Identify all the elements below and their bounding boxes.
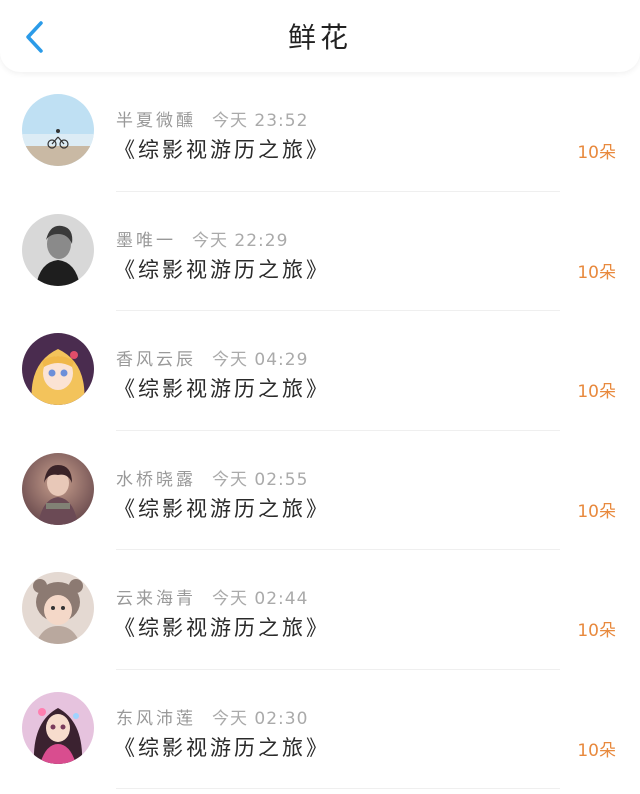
avatar xyxy=(22,213,94,286)
user-name: 云来海青 xyxy=(116,589,196,609)
timestamp: 今天 02:30 xyxy=(212,708,309,729)
book-title: 《综影视游历之旅》 xyxy=(114,496,330,521)
user-name: 水桥晓露 xyxy=(116,469,196,490)
flower-count: 10朵 xyxy=(577,621,616,641)
timestamp: 今天 04:29 xyxy=(212,350,309,370)
avatar xyxy=(22,572,94,644)
timestamp: 今天 02:44 xyxy=(212,589,309,609)
list-item[interactable]: 东风沛莲 今天 02:30 《综影视游历之旅》 10朵 xyxy=(0,670,640,789)
book-title: 《综影视游历之旅》 xyxy=(114,377,330,401)
divider xyxy=(116,788,560,789)
flower-count: 10朵 xyxy=(577,501,616,522)
book-title: 《综影视游历之旅》 xyxy=(114,138,330,162)
user-name: 半夏微醺 xyxy=(116,111,196,131)
back-button[interactable] xyxy=(20,20,50,54)
user-name: 香风云辰 xyxy=(116,350,196,370)
avatar xyxy=(22,333,94,405)
list-item[interactable]: 水桥晓露 今天 02:55 《综影视游历之旅》 10朵 xyxy=(0,431,640,550)
timestamp: 今天 23:52 xyxy=(212,111,309,131)
timestamp: 今天 02:55 xyxy=(212,469,309,490)
flower-count: 10朵 xyxy=(577,143,616,163)
avatar xyxy=(22,452,94,525)
list-item[interactable]: 香风云辰 今天 04:29 《综影视游历之旅》 10朵 xyxy=(0,311,640,431)
page-title: 鲜花 xyxy=(287,21,352,54)
flower-count: 10朵 xyxy=(577,382,616,402)
timestamp: 今天 22:29 xyxy=(192,230,289,251)
book-title: 《综影视游历之旅》 xyxy=(114,735,330,760)
list-item[interactable]: 墨唯一 今天 22:29 《综影视游历之旅》 10朵 xyxy=(0,192,640,311)
top-bar: 鲜花 xyxy=(0,0,640,72)
flower-record-list: 半夏微醺 今天 23:52 《综影视游历之旅》 10朵 墨唯一 今天 22:29 《… xyxy=(0,72,640,789)
book-title: 《综影视游历之旅》 xyxy=(114,616,330,640)
avatar xyxy=(22,691,94,764)
flower-count: 10朵 xyxy=(577,262,616,283)
chevron-left-icon xyxy=(26,21,43,53)
flower-count: 10朵 xyxy=(577,740,616,761)
list-item[interactable]: 半夏微醺 今天 23:52 《综影视游历之旅》 10朵 xyxy=(0,72,640,192)
user-name: 墨唯一 xyxy=(116,230,176,251)
user-name: 东风沛莲 xyxy=(116,708,196,729)
book-title: 《综影视游历之旅》 xyxy=(114,257,330,282)
avatar xyxy=(22,94,94,166)
list-item[interactable]: 云来海青 今天 02:44 《综影视游历之旅》 10朵 xyxy=(0,550,640,670)
